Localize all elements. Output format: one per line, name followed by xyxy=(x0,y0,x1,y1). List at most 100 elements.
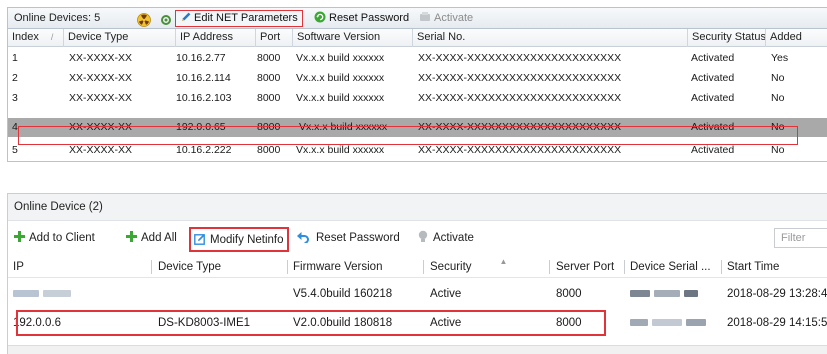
activate-label: Activate xyxy=(433,232,474,244)
cell-security: Active xyxy=(430,288,462,300)
pencil-icon xyxy=(182,12,191,22)
cell-serial: XX-XXXX-XXXXXXXXXXXXXXXXXXXXXX xyxy=(418,92,622,104)
cell-version: Vx.x.x build xxxxxx xyxy=(296,52,385,64)
filter-input[interactable]: Filter xyxy=(774,228,827,248)
col-server-port[interactable]: Server Port xyxy=(551,256,623,278)
column-divider xyxy=(549,260,550,274)
panel1-table-header: Index / Device Type IP Address Port Softw… xyxy=(8,29,827,47)
radiation-icon[interactable] xyxy=(137,8,155,29)
modify-netinfo-label: Modify Netinfo xyxy=(210,234,284,246)
add-all-label: Add All xyxy=(141,232,177,244)
col-device-type[interactable]: Device Type xyxy=(63,29,175,47)
activate-button[interactable]: Activate xyxy=(419,8,473,29)
cell-ip: 192.0.0.6 xyxy=(13,317,61,329)
col-software-version[interactable]: Software Version xyxy=(292,29,412,47)
col-index-label: Index xyxy=(12,31,39,43)
plus-icon xyxy=(126,231,137,243)
cell-port: 8000 xyxy=(257,144,281,156)
col-firmware-version[interactable]: Firmware Version xyxy=(288,256,423,278)
cell-index: 2 xyxy=(12,72,18,84)
reset-password-label: Reset Password xyxy=(329,12,410,24)
activate-label: Activate xyxy=(434,12,474,24)
panel2-title: Online Device (2) xyxy=(8,194,827,221)
col-start-time[interactable]: Start Time xyxy=(722,256,827,278)
col-device-type[interactable]: Device Type xyxy=(153,256,288,278)
activate-icon xyxy=(420,12,430,22)
col-security-status[interactable]: Security Status xyxy=(687,29,766,47)
add-to-client-label: Add to Client xyxy=(29,232,95,244)
sort-caret-icon: ▲ xyxy=(499,257,508,266)
cell-index: 5 xyxy=(12,144,18,156)
table-row[interactable]: 1 XX-XXXX-XX 10.16.2.77 8000 Vx.x.x buil… xyxy=(8,48,827,68)
reset-password-label: Reset Password xyxy=(316,232,400,244)
cell-status: Activated xyxy=(691,52,735,64)
cell-index: 3 xyxy=(12,92,18,104)
panel1-toolbar: Online Devices: 5 Edit NET Parameters Re… xyxy=(8,8,827,29)
horizontal-scrollbar[interactable] xyxy=(8,345,827,354)
cell-version: Vx.x.x build xxxxxx xyxy=(296,72,385,84)
cell-version: Vx.x.x build xxxxxx xyxy=(299,121,388,133)
col-index[interactable]: Index / xyxy=(8,29,63,47)
col-serial-no[interactable]: Serial No. xyxy=(412,29,687,47)
column-divider xyxy=(151,260,152,274)
cell-port: 8000 xyxy=(257,92,281,104)
modify-netinfo-button[interactable]: Modify Netinfo xyxy=(189,227,289,252)
cell-port: 8000 xyxy=(257,121,281,133)
activate-button[interactable]: Activate xyxy=(418,225,474,251)
col-port[interactable]: Port xyxy=(255,29,292,47)
cell-start-time: 2018-08-29 14:15:56 xyxy=(727,317,827,329)
cell-ip: 10.16.2.103 xyxy=(176,92,232,104)
add-all-button[interactable]: Add All xyxy=(126,225,177,251)
cell-status: Activated xyxy=(691,144,735,156)
table-row-selected[interactable]: 192.0.0.6 DS-KD8003-IME1 V2.0.0build 180… xyxy=(8,311,827,335)
cell-port: 8000 xyxy=(556,317,582,329)
cell-serial: XX-XXXX-XXXXXXXXXXXXXXXXXXXXXX xyxy=(418,52,622,64)
col-security[interactable]: Security ▲ xyxy=(425,256,553,278)
table-row[interactable]: 5 XX-XXXX-XX 10.16.2.222 8000 Vx.x.x bui… xyxy=(8,140,827,160)
cell-serial-blurred xyxy=(625,282,698,306)
col-ip-address[interactable]: IP Address xyxy=(175,29,255,47)
cell-device-type: XX-XXXX-XX xyxy=(69,92,133,104)
table-row[interactable]: V5.4.0build 160218 Active 8000 2018-08-2… xyxy=(8,282,827,306)
cell-ip: 10.16.2.77 xyxy=(176,52,226,64)
cell-security: Active xyxy=(430,317,462,329)
col-added[interactable]: Added xyxy=(765,29,827,47)
cell-index: 1 xyxy=(12,52,18,64)
table-row[interactable]: 3 XX-XXXX-XX 10.16.2.103 8000 Vx.x.x bui… xyxy=(8,88,827,108)
table-row[interactable]: 2 XX-XXXX-XX 10.16.2.114 8000 Vx.x.x bui… xyxy=(8,68,827,88)
cell-status: Activated xyxy=(691,92,735,104)
col-device-serial[interactable]: Device Serial ... xyxy=(625,256,721,278)
add-to-client-button[interactable]: Add to Client xyxy=(14,225,95,251)
cell-version: Vx.x.x build xxxxxx xyxy=(296,144,385,156)
sort-icon: / xyxy=(50,32,54,42)
cell-port: 8000 xyxy=(556,288,582,300)
refresh-gear-icon[interactable] xyxy=(160,8,174,29)
cell-status: Activated xyxy=(691,72,735,84)
reset-password-button[interactable]: Reset Password xyxy=(314,8,409,29)
edit-net-parameters-button[interactable]: Edit NET Parameters xyxy=(175,10,303,27)
table-row-selected[interactable]: 4 XX-XXXX-XX 192.0.0.65 8000 Vx.x.x buil… xyxy=(8,118,827,137)
undo-arrow-icon xyxy=(297,231,309,243)
panel2-table-header: IP Device Type Firmware Version Security… xyxy=(8,256,827,278)
col-security-label: Security xyxy=(430,261,472,273)
reset-password-button[interactable]: Reset Password xyxy=(297,225,400,251)
panel2-toolbar: Add to Client Add All Modify Netinfo Res… xyxy=(8,225,827,252)
col-ip[interactable]: IP xyxy=(8,256,148,278)
online-devices-count: Online Devices: 5 xyxy=(14,12,101,24)
cell-version: Vx.x.x build xxxxxx xyxy=(296,92,385,104)
cell-device-type: DS-KD8003-IME1 xyxy=(158,317,251,329)
cell-device-type: XX-XXXX-XX xyxy=(69,72,133,84)
cell-status: Activated xyxy=(691,121,735,133)
cell-index: 4 xyxy=(12,121,18,133)
online-device-panel: Online Device (2) Add to Client Add All … xyxy=(7,193,827,354)
cell-ip: 10.16.2.222 xyxy=(176,144,232,156)
cell-device-type: XX-XXXX-XX xyxy=(69,52,133,64)
column-divider xyxy=(423,260,424,274)
cell-serial: XX-XXXX-XXXXXXXXXXXXXXXXXXXXXX xyxy=(418,121,622,133)
reset-password-icon xyxy=(314,11,326,23)
cell-device-type: XX-XXXX-XX xyxy=(69,121,133,133)
cell-device-type: XX-XXXX-XX xyxy=(69,144,133,156)
cell-ip: 192.0.0.65 xyxy=(176,121,226,133)
cell-added: No xyxy=(771,121,785,133)
cell-ip-blurred xyxy=(8,282,71,306)
